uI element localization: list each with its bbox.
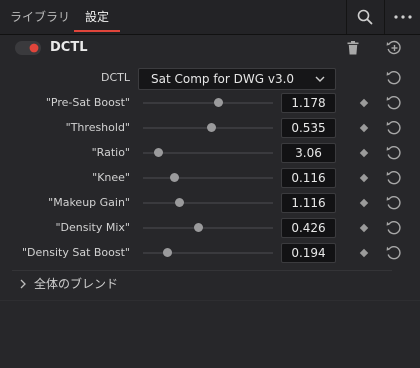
param-label: "Pre-Sat Boost"	[45, 96, 130, 109]
section-divider	[12, 270, 392, 271]
reset-icon[interactable]	[386, 120, 402, 136]
effect-title: DCTL	[50, 40, 88, 55]
tab-library[interactable]: ライブラリ	[8, 0, 72, 34]
reset-icon[interactable]	[386, 70, 402, 86]
chevron-down-icon	[315, 76, 325, 82]
dctl-select[interactable]: Sat Comp for DWG v3.0	[138, 68, 336, 90]
param-value-field[interactable]: 3.06	[281, 143, 336, 163]
reset-icon[interactable]	[386, 220, 402, 236]
trash-icon[interactable]	[347, 41, 359, 55]
add-keyframe-icon[interactable]	[386, 40, 402, 56]
chevron-right-icon[interactable]	[19, 279, 27, 289]
param-label: "Density Sat Boost"	[21, 246, 130, 259]
section-header-blend[interactable]: 全体のブレンド	[34, 277, 118, 291]
reset-icon[interactable]	[386, 195, 402, 211]
param-slider-track[interactable]	[143, 202, 273, 204]
param-slider-knob[interactable]	[213, 98, 223, 107]
reset-icon[interactable]	[386, 245, 402, 261]
active-tab-indicator	[74, 30, 120, 32]
param-label: "Density Mix"	[55, 221, 131, 234]
param-value-field[interactable]: 0.116	[281, 168, 336, 188]
param-slider-track[interactable]	[143, 177, 273, 179]
param-value-field[interactable]: 0.535	[281, 118, 336, 138]
param-slider-track[interactable]	[143, 227, 273, 229]
reset-icon[interactable]	[386, 95, 402, 111]
param-value-field[interactable]: 0.426	[281, 218, 336, 238]
divider	[346, 0, 347, 34]
param-label: "Makeup Gain"	[48, 196, 130, 209]
param-slider-knob[interactable]	[174, 198, 184, 207]
param-label: "Knee"	[92, 171, 130, 184]
param-slider-track[interactable]	[143, 102, 273, 104]
divider	[384, 0, 385, 34]
param-value-field[interactable]: 1.116	[281, 193, 336, 213]
toggle-switch-icon[interactable]	[15, 41, 41, 55]
param-value-field[interactable]: 1.178	[281, 93, 336, 113]
dctl-label: DCTL	[101, 71, 130, 84]
reset-icon[interactable]	[386, 170, 402, 186]
panel-divider	[0, 300, 420, 301]
search-icon[interactable]	[357, 9, 373, 25]
param-label: "Threshold"	[65, 121, 130, 134]
dctl-select-value: Sat Comp for DWG v3.0	[151, 72, 295, 86]
tab-settings[interactable]: 設定	[74, 0, 120, 34]
reset-icon[interactable]	[386, 145, 402, 161]
param-value-field[interactable]: 0.194	[281, 243, 336, 263]
param-slider-knob[interactable]	[169, 173, 179, 182]
param-label: "Ratio"	[91, 146, 130, 159]
more-icon[interactable]	[394, 15, 412, 19]
